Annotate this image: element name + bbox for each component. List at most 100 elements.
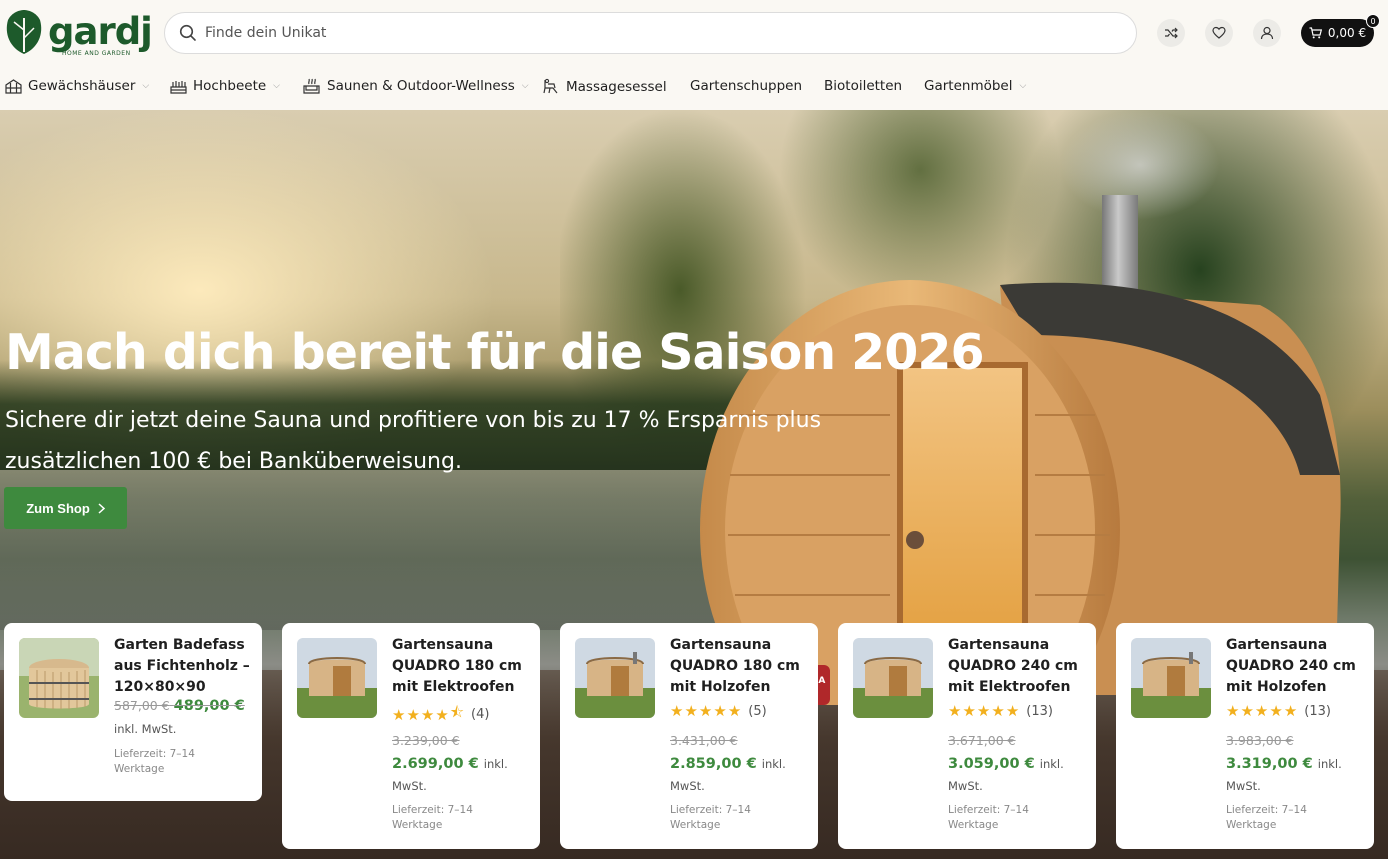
nav-label: Massagesessel bbox=[566, 78, 667, 95]
review-count: (13) bbox=[1304, 703, 1331, 719]
search-input[interactable] bbox=[205, 13, 1105, 53]
brand-tagline: HOME AND GARDEN bbox=[62, 50, 131, 57]
delivery-time: Lieferzeit: 7–14 Werktage bbox=[114, 748, 195, 775]
greenhouse-icon bbox=[5, 78, 22, 94]
product-card[interactable]: Gartensauna QUADRO 180 cm mit Elektroofe… bbox=[282, 623, 540, 849]
nav-item-gartenmoebel[interactable]: Gartenmöbel ⌵ bbox=[924, 78, 1026, 94]
delivery-time: Lieferzeit: 7–14 Werktage bbox=[948, 804, 1029, 831]
product-name[interactable]: Gartensauna QUADRO 240 cm mit Holzofen bbox=[1226, 635, 1364, 698]
cart-count-badge: 0 bbox=[1366, 14, 1380, 28]
product-name[interactable]: Garten Badefass aus Fichtenholz – 120×80… bbox=[114, 635, 252, 698]
star-icon: ★ bbox=[392, 705, 406, 724]
star-icon: ★ bbox=[962, 702, 976, 720]
star-icon: ★ bbox=[727, 702, 742, 720]
cart-icon bbox=[1309, 27, 1322, 39]
product-image[interactable] bbox=[853, 638, 933, 718]
current-price-block: 3.319,00 € inkl. MwSt. bbox=[1226, 753, 1361, 797]
old-price-value: 587,00 € bbox=[114, 698, 170, 713]
wishlist-button[interactable] bbox=[1205, 19, 1233, 47]
tax-note: inkl. MwSt. bbox=[114, 722, 177, 736]
star-icon: ★ bbox=[713, 702, 727, 720]
shuffle-icon bbox=[1165, 27, 1178, 39]
compare-button[interactable] bbox=[1157, 19, 1185, 47]
cart-button[interactable]: 0,00 € bbox=[1301, 19, 1374, 47]
main-navigation: Gewächshäuser ⌵ Hochbeete ⌵ Saunen & Out… bbox=[0, 66, 1388, 110]
brand-name: gardj bbox=[48, 10, 153, 53]
review-count: (13) bbox=[1026, 703, 1053, 719]
brand-logo[interactable]: gardj HOME AND GARDEN bbox=[4, 6, 153, 58]
nav-label: Gartenmöbel bbox=[924, 78, 1013, 94]
nav-item-saunen[interactable]: Saunen & Outdoor-Wellness ⌵ bbox=[302, 78, 529, 94]
cart-total: 0,00 € bbox=[1327, 26, 1367, 40]
review-count: (4) bbox=[471, 707, 490, 722]
star-icon: ★ bbox=[976, 702, 991, 720]
current-price: 2.859,00 € bbox=[670, 756, 757, 772]
review-count: (5) bbox=[748, 703, 767, 719]
delivery-time: Lieferzeit: 7–14 Werktage bbox=[670, 804, 751, 831]
hero-title: Mach dich bereit für die Saison 2026 bbox=[5, 324, 985, 381]
product-rating[interactable]: ★ ★ ★ ★ ★ (13) bbox=[1226, 702, 1331, 720]
star-icon: ⯪ bbox=[449, 703, 465, 721]
massage-chair-icon bbox=[543, 78, 558, 94]
current-price: 2.699,00 € bbox=[392, 756, 479, 772]
current-price-block: 2.859,00 € inkl. MwSt. bbox=[670, 753, 805, 797]
star-icon: ★ bbox=[435, 705, 449, 724]
chevron-right-icon bbox=[98, 502, 105, 514]
old-price: 3.431,00 € bbox=[670, 733, 738, 748]
old-price: 3.671,00 € bbox=[948, 733, 1016, 748]
current-price-block: 3.059,00 € inkl. MwSt. bbox=[948, 753, 1083, 797]
product-card[interactable]: Gartensauna QUADRO 240 cm mit Holzofen ★ ★… bbox=[1116, 623, 1374, 849]
current-price: 3.059,00 € bbox=[948, 756, 1035, 772]
star-icon: ★ bbox=[1005, 702, 1020, 720]
nav-item-gewaechshaeuser[interactable]: Gewächshäuser ⌵ bbox=[5, 78, 149, 94]
search-icon bbox=[179, 24, 196, 41]
product-rating[interactable]: ★ ★ ★ ★ ★ (5) bbox=[670, 702, 767, 720]
nav-label: Biotoiletten bbox=[824, 78, 903, 94]
nav-item-biotoiletten[interactable]: Biotoiletten bbox=[824, 78, 902, 94]
user-icon bbox=[1260, 26, 1274, 40]
product-rating[interactable]: ★ ★ ★ ★ ⯪ (4) bbox=[392, 702, 489, 727]
product-name[interactable]: Gartensauna QUADRO 180 cm mit Elektroofe… bbox=[392, 635, 530, 698]
nav-label: Gewächshäuser bbox=[28, 78, 136, 94]
product-card[interactable]: Garten Badefass aus Fichtenholz – 120×80… bbox=[4, 623, 262, 801]
product-card[interactable]: Gartensauna QUADRO 240 cm mit Elektroofe… bbox=[838, 623, 1096, 849]
star-icon: ★ bbox=[1283, 702, 1298, 720]
star-icon: ★ bbox=[1240, 702, 1254, 720]
delivery-time: Lieferzeit: 7–14 Werktage bbox=[392, 804, 473, 831]
delivery-time: Lieferzeit: 7–14 Werktage bbox=[1226, 804, 1307, 831]
star-icon: ★ bbox=[1226, 702, 1240, 720]
product-image[interactable] bbox=[19, 638, 99, 718]
chevron-down-icon: ⌵ bbox=[142, 81, 150, 91]
chevron-down-icon: ⌵ bbox=[273, 81, 280, 91]
star-icon: ★ bbox=[420, 705, 435, 724]
hero-subtitle: Sichere dir jetzt deine Sauna und profit… bbox=[5, 408, 822, 474]
search-bar[interactable] bbox=[164, 12, 1137, 54]
site-header: gardj HOME AND GARDEN 0,00 € 0 bbox=[0, 0, 1388, 66]
product-name[interactable]: Gartensauna QUADRO 240 cm mit Elektroofe… bbox=[948, 635, 1086, 698]
product-rating[interactable]: ★ ★ ★ ★ ★ (13) bbox=[948, 702, 1053, 720]
nav-item-massagesessel[interactable]: Massagesessel bbox=[542, 78, 667, 95]
product-name[interactable]: Gartensauna QUADRO 180 cm mit Holzofen bbox=[670, 635, 808, 698]
account-button[interactable] bbox=[1253, 19, 1281, 47]
nav-item-hochbeete[interactable]: Hochbeete ⌵ bbox=[170, 78, 280, 94]
product-image[interactable] bbox=[575, 638, 655, 718]
shop-button-label: Zum Shop bbox=[26, 500, 90, 516]
shop-button[interactable]: Zum Shop bbox=[4, 487, 127, 529]
nav-label: Saunen & Outdoor-Wellness bbox=[327, 78, 515, 94]
current-price: 3.319,00 € bbox=[1226, 756, 1313, 772]
old-price: 3.983,00 € bbox=[1226, 733, 1294, 748]
product-image[interactable] bbox=[297, 638, 377, 718]
raised-bed-icon bbox=[170, 80, 187, 94]
star-icon: ★ bbox=[406, 705, 420, 724]
star-icon: ★ bbox=[991, 702, 1005, 720]
current-price: 489,00 € bbox=[173, 698, 245, 714]
nav-item-gartenschuppen[interactable]: Gartenschuppen bbox=[690, 78, 802, 94]
star-icon: ★ bbox=[948, 702, 962, 720]
star-icon: ★ bbox=[1254, 702, 1269, 720]
star-icon: ★ bbox=[698, 702, 713, 720]
product-card[interactable]: Gartensauna QUADRO 180 cm mit Holzofen ★ ★… bbox=[560, 623, 818, 849]
old-price: 3.239,00 € bbox=[392, 733, 460, 748]
product-image[interactable] bbox=[1131, 638, 1211, 718]
hero-steam bbox=[1060, 110, 1220, 220]
nav-label: Gartenschuppen bbox=[690, 78, 803, 94]
